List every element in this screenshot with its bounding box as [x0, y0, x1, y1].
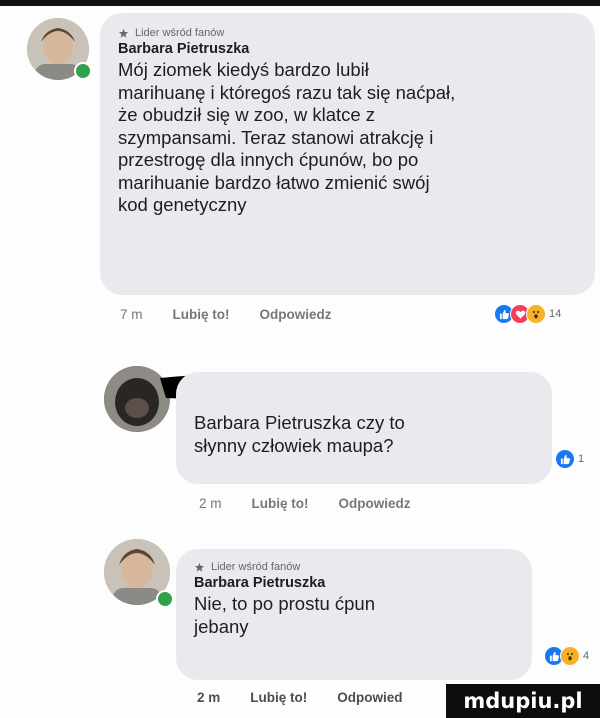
badge-label: Lider wśród fanów	[135, 27, 225, 39]
comment-time[interactable]: 2 m	[199, 496, 222, 511]
top-black-bar	[0, 0, 600, 6]
top-fan-badge: Lider wśród fanów	[118, 27, 577, 39]
top-fan-icon	[194, 562, 205, 572]
comment-line: Nie, to po prostu ćpun	[194, 593, 375, 614]
online-indicator	[74, 62, 92, 80]
comment-line: Barbara Pietruszka czy to	[194, 412, 534, 435]
reaction-count: 1	[578, 453, 585, 465]
like-link[interactable]: Lubię to!	[252, 496, 309, 511]
comment-time[interactable]: 7 m	[120, 307, 143, 322]
online-indicator	[156, 590, 174, 608]
comment-line: słynny człowiek maupa?	[194, 434, 394, 456]
comment-text: Nie, to po prostu ćpun jebany	[194, 593, 514, 638]
comment-bubble[interactable]: Lider wśród fanów Barbara Pietruszka Mój…	[100, 13, 595, 295]
comment-actions: 7 m Lubię to! Odpowiedz	[120, 307, 332, 322]
like-icon	[555, 449, 575, 469]
reaction-count: 4	[583, 650, 590, 662]
comment-bubble[interactable]: Lider wśród fanów Barbara Pietruszka Nie…	[176, 549, 532, 680]
reply-link[interactable]: Odpowiedz	[260, 307, 332, 322]
comment-line-text: czy to	[356, 412, 405, 433]
badge-label: Lider wśród fanów	[211, 561, 301, 573]
comment-author[interactable]: Barbara Pietruszka	[194, 575, 514, 591]
comment-line: kod genetyczny	[118, 194, 247, 215]
like-link[interactable]: Lubię to!	[173, 307, 230, 322]
reply-link[interactable]: Odpowied	[337, 690, 402, 705]
comment-bubble[interactable]: Barbara Pietruszka czy to słynny człowie…	[176, 372, 552, 484]
comment-line: szympansami. Teraz stanowi atrakcję i	[118, 126, 434, 148]
like-link[interactable]: Lubię to!	[250, 690, 307, 705]
comment-line: marihuanę i któregoś razu tak się naćpał…	[118, 81, 456, 103]
reaction-summary[interactable]: 14	[494, 304, 561, 324]
comment-line: przestrogę dla innych ćpunów, bo po	[118, 149, 419, 170]
comment-time[interactable]: 2 m	[197, 690, 220, 705]
top-fan-badge: Lider wśród fanów	[194, 561, 514, 573]
reaction-count: 14	[549, 308, 562, 320]
mentioned-user[interactable]: Barbara Pietruszka	[194, 412, 351, 433]
wow-icon	[526, 304, 546, 324]
reply-link[interactable]: Odpowiedz	[339, 496, 411, 511]
site-watermark: mdupiu.pl	[446, 684, 600, 718]
comment-text: Mój ziomek kiedyś bardzo lubił marihuanę…	[118, 59, 577, 217]
wow-icon	[560, 646, 580, 666]
comment-actions: 2 m Lubię to! Odpowied	[197, 690, 403, 705]
comment-line: że obudził się w zoo, w klatce z	[118, 104, 376, 125]
comment-line: jebany	[194, 615, 249, 637]
comment-actions: 2 m Lubię to! Odpowiedz	[199, 496, 411, 511]
comment-author[interactable]: Barbara Pietruszka	[118, 41, 577, 57]
comment-line: marihuanie bardzo łatwo zmienić swój	[118, 171, 430, 193]
reaction-summary[interactable]: 4	[544, 646, 589, 666]
reaction-summary[interactable]: 1	[555, 449, 584, 469]
top-fan-icon	[118, 28, 129, 38]
comment-text: Barbara Pietruszka czy to słynny człowie…	[194, 412, 534, 457]
comment-line: Mój ziomek kiedyś bardzo lubił	[118, 59, 369, 80]
